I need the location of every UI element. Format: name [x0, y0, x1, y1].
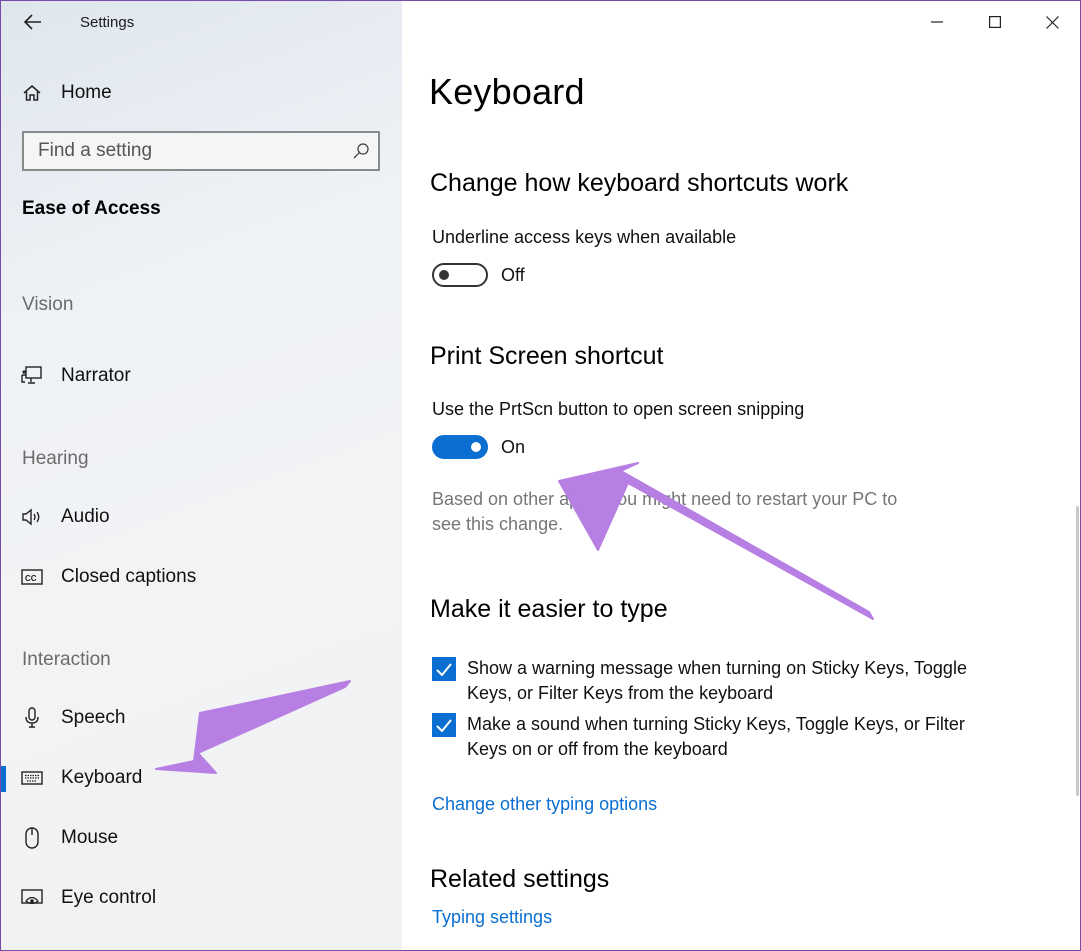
group-label-vision: Vision	[22, 294, 74, 315]
toggle-state-label: Off	[501, 265, 525, 285]
checkbox-label: Show a warning message when turning on S…	[467, 656, 1027, 706]
section-heading-related: Related settings	[430, 865, 610, 893]
group-label-hearing: Hearing	[22, 448, 89, 469]
sidebar-item-eye-control[interactable]: Eye control	[1, 876, 402, 920]
maximize-button[interactable]	[972, 5, 1018, 39]
prtscn-snipping-toggle[interactable]	[432, 435, 488, 459]
close-icon	[1045, 15, 1059, 29]
sidebar-item-mouse[interactable]: Mouse	[1, 816, 402, 860]
sidebar-item-audio[interactable]: Audio	[1, 495, 402, 539]
checkbox-label: Make a sound when turning Sticky Keys, T…	[467, 712, 1027, 762]
sidebar-item-speech[interactable]: Speech	[1, 696, 402, 740]
sidebar-item-label: Eye control	[61, 887, 157, 908]
narrator-icon	[21, 365, 43, 387]
typing-settings-link[interactable]: Typing settings	[432, 907, 552, 928]
sidebar-item-home[interactable]: Home	[1, 71, 402, 115]
closed-captions-icon: CC	[21, 566, 43, 588]
checkmark-icon	[436, 718, 452, 732]
scrollbar[interactable]	[1076, 506, 1079, 796]
microphone-icon	[21, 707, 43, 729]
search-input[interactable]	[24, 133, 358, 169]
setting-label-prtscn: Use the PrtScn button to open screen sni…	[432, 399, 805, 419]
sidebar-item-keyboard[interactable]: Keyboard	[1, 756, 402, 800]
eye-control-icon	[21, 887, 43, 909]
app-title: Settings	[80, 14, 135, 31]
sidebar-item-narrator[interactable]: Narrator	[1, 354, 402, 398]
group-label-interaction: Interaction	[22, 649, 111, 670]
sidebar-item-label: Mouse	[61, 827, 119, 848]
checkbox-label-line: Keys on or off from the keyboard	[467, 739, 728, 759]
section-heading-typing: Make it easier to type	[430, 595, 668, 623]
sidebar-item-label: Narrator	[61, 365, 131, 386]
change-typing-options-link[interactable]: Change other typing options	[432, 794, 657, 815]
sidebar-item-closed-captions[interactable]: CC Closed captions	[1, 555, 402, 599]
settings-window: Settings Home Ease of Access Vision Narr…	[0, 0, 1081, 951]
main-content: Keyboard Change how keyboard shortcuts w…	[402, 1, 1080, 950]
back-button[interactable]	[17, 7, 49, 37]
sidebar: Settings Home Ease of Access Vision Narr…	[1, 1, 402, 950]
restart-note-line: Based on other apps, you might need to r…	[432, 489, 898, 509]
search-icon[interactable]	[352, 142, 370, 160]
page-title: Keyboard	[429, 71, 585, 112]
close-button[interactable]	[1029, 5, 1075, 39]
back-arrow-icon	[24, 14, 41, 30]
speaker-icon	[21, 506, 43, 528]
restart-note-line: see this change.	[432, 514, 564, 534]
minimize-button[interactable]	[914, 5, 960, 39]
sidebar-item-label: Home	[61, 82, 112, 103]
sticky-keys-warning-checkbox[interactable]	[432, 657, 456, 681]
setting-label-underline-keys: Underline access keys when available	[432, 227, 737, 247]
toggle-knob	[439, 270, 449, 280]
keyboard-icon	[21, 767, 43, 789]
sidebar-item-label: Keyboard	[61, 767, 143, 788]
sidebar-item-label: Speech	[61, 707, 126, 728]
checkbox-label-line: Keys, or Filter Keys from the keyboard	[467, 683, 774, 703]
checkbox-label-line: Make a sound when turning Sticky Keys, T…	[467, 714, 965, 734]
sidebar-item-label: Audio	[61, 506, 110, 527]
underline-access-keys-toggle[interactable]	[432, 263, 488, 287]
sticky-keys-sound-checkbox[interactable]	[432, 713, 456, 737]
minimize-icon	[931, 21, 943, 23]
restart-note: Based on other apps, you might need to r…	[432, 487, 992, 537]
maximize-icon	[989, 16, 1001, 28]
home-icon	[21, 82, 43, 104]
section-title: Ease of Access	[22, 198, 161, 219]
checkbox-label-line: Show a warning message when turning on S…	[467, 658, 967, 678]
svg-text:CC: CC	[25, 574, 37, 583]
mouse-icon	[21, 827, 43, 849]
toggle-state-label: On	[501, 437, 526, 457]
search-box	[22, 131, 380, 171]
toggle-knob	[471, 442, 481, 452]
checkmark-icon	[436, 662, 452, 676]
section-heading-shortcuts: Change how keyboard shortcuts work	[430, 169, 849, 197]
section-heading-print-screen: Print Screen shortcut	[430, 342, 664, 370]
sidebar-item-label: Closed captions	[61, 566, 197, 587]
